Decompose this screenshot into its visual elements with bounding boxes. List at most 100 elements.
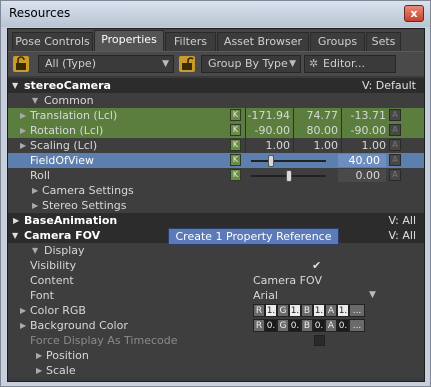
blue-channel-value[interactable]: 1. xyxy=(313,304,325,317)
property-content[interactable]: Content Camera FOV xyxy=(8,273,424,288)
value-field[interactable]: 40.00 xyxy=(338,154,386,167)
group-stereo-settings[interactable]: ▶ Stereo Settings xyxy=(8,198,424,213)
content-value[interactable]: Camera FOV xyxy=(253,273,322,288)
red-channel-value[interactable]: 1. xyxy=(265,304,277,317)
expand-triangle-icon[interactable]: ▶ xyxy=(32,183,38,198)
value-y[interactable]: 1.00 xyxy=(293,138,341,153)
fov-slider[interactable] xyxy=(251,155,326,167)
title-bar[interactable]: Resources x xyxy=(1,1,430,27)
more-options-button[interactable]: ... xyxy=(349,304,365,317)
group-common[interactable]: ▼ Common xyxy=(8,93,424,108)
property-fieldofview[interactable]: FieldOfView K 40.00 A xyxy=(8,153,424,168)
group-label: Common xyxy=(44,94,94,107)
context-menu-item-create-property-reference[interactable]: Create 1 Property Reference xyxy=(168,228,339,245)
group-label: Stereo Settings xyxy=(42,199,127,212)
font-value[interactable]: Arial xyxy=(253,288,278,303)
group-position[interactable]: ▶ Position xyxy=(8,348,424,363)
keyframe-button[interactable]: K xyxy=(230,154,241,166)
chevron-down-icon: ▼ xyxy=(289,59,296,69)
tab-asset-browser[interactable]: Asset Browser xyxy=(217,32,309,51)
object-header-baseanimation[interactable]: ▶ BaseAnimation V: All xyxy=(8,213,424,228)
value-z[interactable]: -13.71 xyxy=(341,108,389,123)
panel-frame: Pose Controls Properties Filters Asset B… xyxy=(7,28,425,382)
expand-triangle-icon[interactable]: ▼ xyxy=(12,78,18,93)
green-channel-label: G xyxy=(277,319,289,332)
editor-button[interactable]: ✲ Editor... xyxy=(304,55,396,73)
keyframe-button[interactable]: K xyxy=(230,124,241,136)
value-field[interactable]: 0.00 xyxy=(338,169,386,182)
filter-dropdown[interactable]: All (Type) ▼ xyxy=(38,55,174,73)
tab-pose-controls[interactable]: Pose Controls xyxy=(12,32,93,51)
close-button[interactable]: x xyxy=(404,5,424,22)
expand-triangle-icon[interactable]: ▶ xyxy=(20,303,26,318)
expand-triangle-icon[interactable]: ▼ xyxy=(12,228,18,243)
group-by-dropdown[interactable]: Group By Type ▼ xyxy=(201,55,301,73)
tab-filters[interactable]: Filters xyxy=(165,32,216,51)
property-scaling[interactable]: ▶ Scaling (Lcl) K 1.00 1.00 1.00 A xyxy=(8,138,424,153)
value-y[interactable]: 74.77 xyxy=(293,108,341,123)
property-background-color[interactable]: ▶ Background Color R 0. G 0. B 0. A 0. .… xyxy=(8,318,424,333)
tab-groups[interactable]: Groups xyxy=(310,32,365,51)
expand-triangle-icon[interactable]: ▶ xyxy=(32,198,38,213)
expand-triangle-icon[interactable]: ▶ xyxy=(36,363,42,378)
property-translation[interactable]: ▶ Translation (Lcl) K -171.94 74.77 -13.… xyxy=(8,108,424,123)
more-options-button[interactable]: ... xyxy=(349,319,365,332)
expand-triangle-icon[interactable]: ▼ xyxy=(32,93,38,108)
group-camera-settings[interactable]: ▶ Camera Settings xyxy=(8,183,424,198)
value-x[interactable]: -90.00 xyxy=(245,123,293,138)
keyframe-button[interactable]: K xyxy=(230,139,241,151)
expand-triangle-icon[interactable]: ▶ xyxy=(13,213,19,228)
chevron-down-icon[interactable]: ▼ xyxy=(369,288,376,303)
property-force-display-timecode[interactable]: Force Display As Timecode xyxy=(8,333,424,348)
lock-icon[interactable] xyxy=(13,56,29,72)
animate-button[interactable]: A xyxy=(389,139,401,151)
property-color-rgb[interactable]: ▶ Color RGB R 1. G 1. B 1. A 1. ... xyxy=(8,303,424,318)
lock-open-icon[interactable] xyxy=(179,56,195,72)
property-label: Background Color xyxy=(30,319,128,332)
expand-triangle-icon[interactable]: ▶ xyxy=(20,138,26,153)
expand-triangle-icon[interactable]: ▼ xyxy=(32,243,38,258)
value-x[interactable]: -171.94 xyxy=(245,108,293,123)
value-z[interactable]: 1.00 xyxy=(341,138,389,153)
value-x[interactable]: 1.00 xyxy=(245,138,293,153)
blue-channel-label: B xyxy=(301,304,313,317)
animate-button[interactable]: A xyxy=(389,109,401,121)
red-channel-value[interactable]: 0. xyxy=(265,319,277,332)
object-header-stereocamera[interactable]: ▼ stereoCamera V: Default xyxy=(8,78,424,93)
expand-triangle-icon[interactable]: ▶ xyxy=(36,348,42,363)
slider-thumb[interactable] xyxy=(285,170,292,182)
property-font[interactable]: Font Arial ▼ xyxy=(8,288,424,303)
property-rotation[interactable]: ▶ Rotation (Lcl) K -90.00 80.00 -90.00 A xyxy=(8,123,424,138)
group-label: Camera Settings xyxy=(42,184,134,197)
alpha-channel-value[interactable]: 1. xyxy=(337,304,349,317)
value-y[interactable]: 80.00 xyxy=(293,123,341,138)
group-scale[interactable]: ▶ Scale xyxy=(8,363,424,378)
tab-properties[interactable]: Properties xyxy=(94,30,164,51)
keyframe-button[interactable]: K xyxy=(230,169,241,181)
green-channel-value[interactable]: 0. xyxy=(289,319,301,332)
green-channel-value[interactable]: 1. xyxy=(289,304,301,317)
animate-button[interactable]: A xyxy=(389,169,401,181)
blue-channel-label: B xyxy=(301,319,313,332)
expand-triangle-icon[interactable]: ▶ xyxy=(20,318,26,333)
slider-thumb[interactable] xyxy=(268,155,275,167)
tab-bar: Pose Controls Properties Filters Asset B… xyxy=(8,29,424,51)
group-display[interactable]: ▼ Display xyxy=(8,243,424,258)
property-label: Font xyxy=(30,289,54,302)
blue-channel-value[interactable]: 0. xyxy=(313,319,325,332)
alpha-channel-value[interactable]: 0. xyxy=(337,319,349,332)
tab-sets[interactable]: Sets xyxy=(366,32,401,51)
property-visibility[interactable]: Visibility ✔ xyxy=(8,258,424,273)
keyframe-button[interactable]: K xyxy=(230,109,241,121)
timecode-checkbox[interactable] xyxy=(314,335,325,346)
animate-button[interactable]: A xyxy=(389,154,401,166)
version-label: V: Default xyxy=(361,79,416,92)
expand-triangle-icon[interactable]: ▶ xyxy=(20,108,26,123)
expand-triangle-icon[interactable]: ▶ xyxy=(20,123,26,138)
animate-button[interactable]: A xyxy=(389,124,401,136)
value-z[interactable]: -90.00 xyxy=(341,123,389,138)
property-roll[interactable]: Roll K 0.00 A xyxy=(8,168,424,183)
check-icon[interactable]: ✔ xyxy=(312,258,321,273)
gear-icon: ✲ xyxy=(309,57,319,70)
roll-slider[interactable] xyxy=(251,170,326,182)
